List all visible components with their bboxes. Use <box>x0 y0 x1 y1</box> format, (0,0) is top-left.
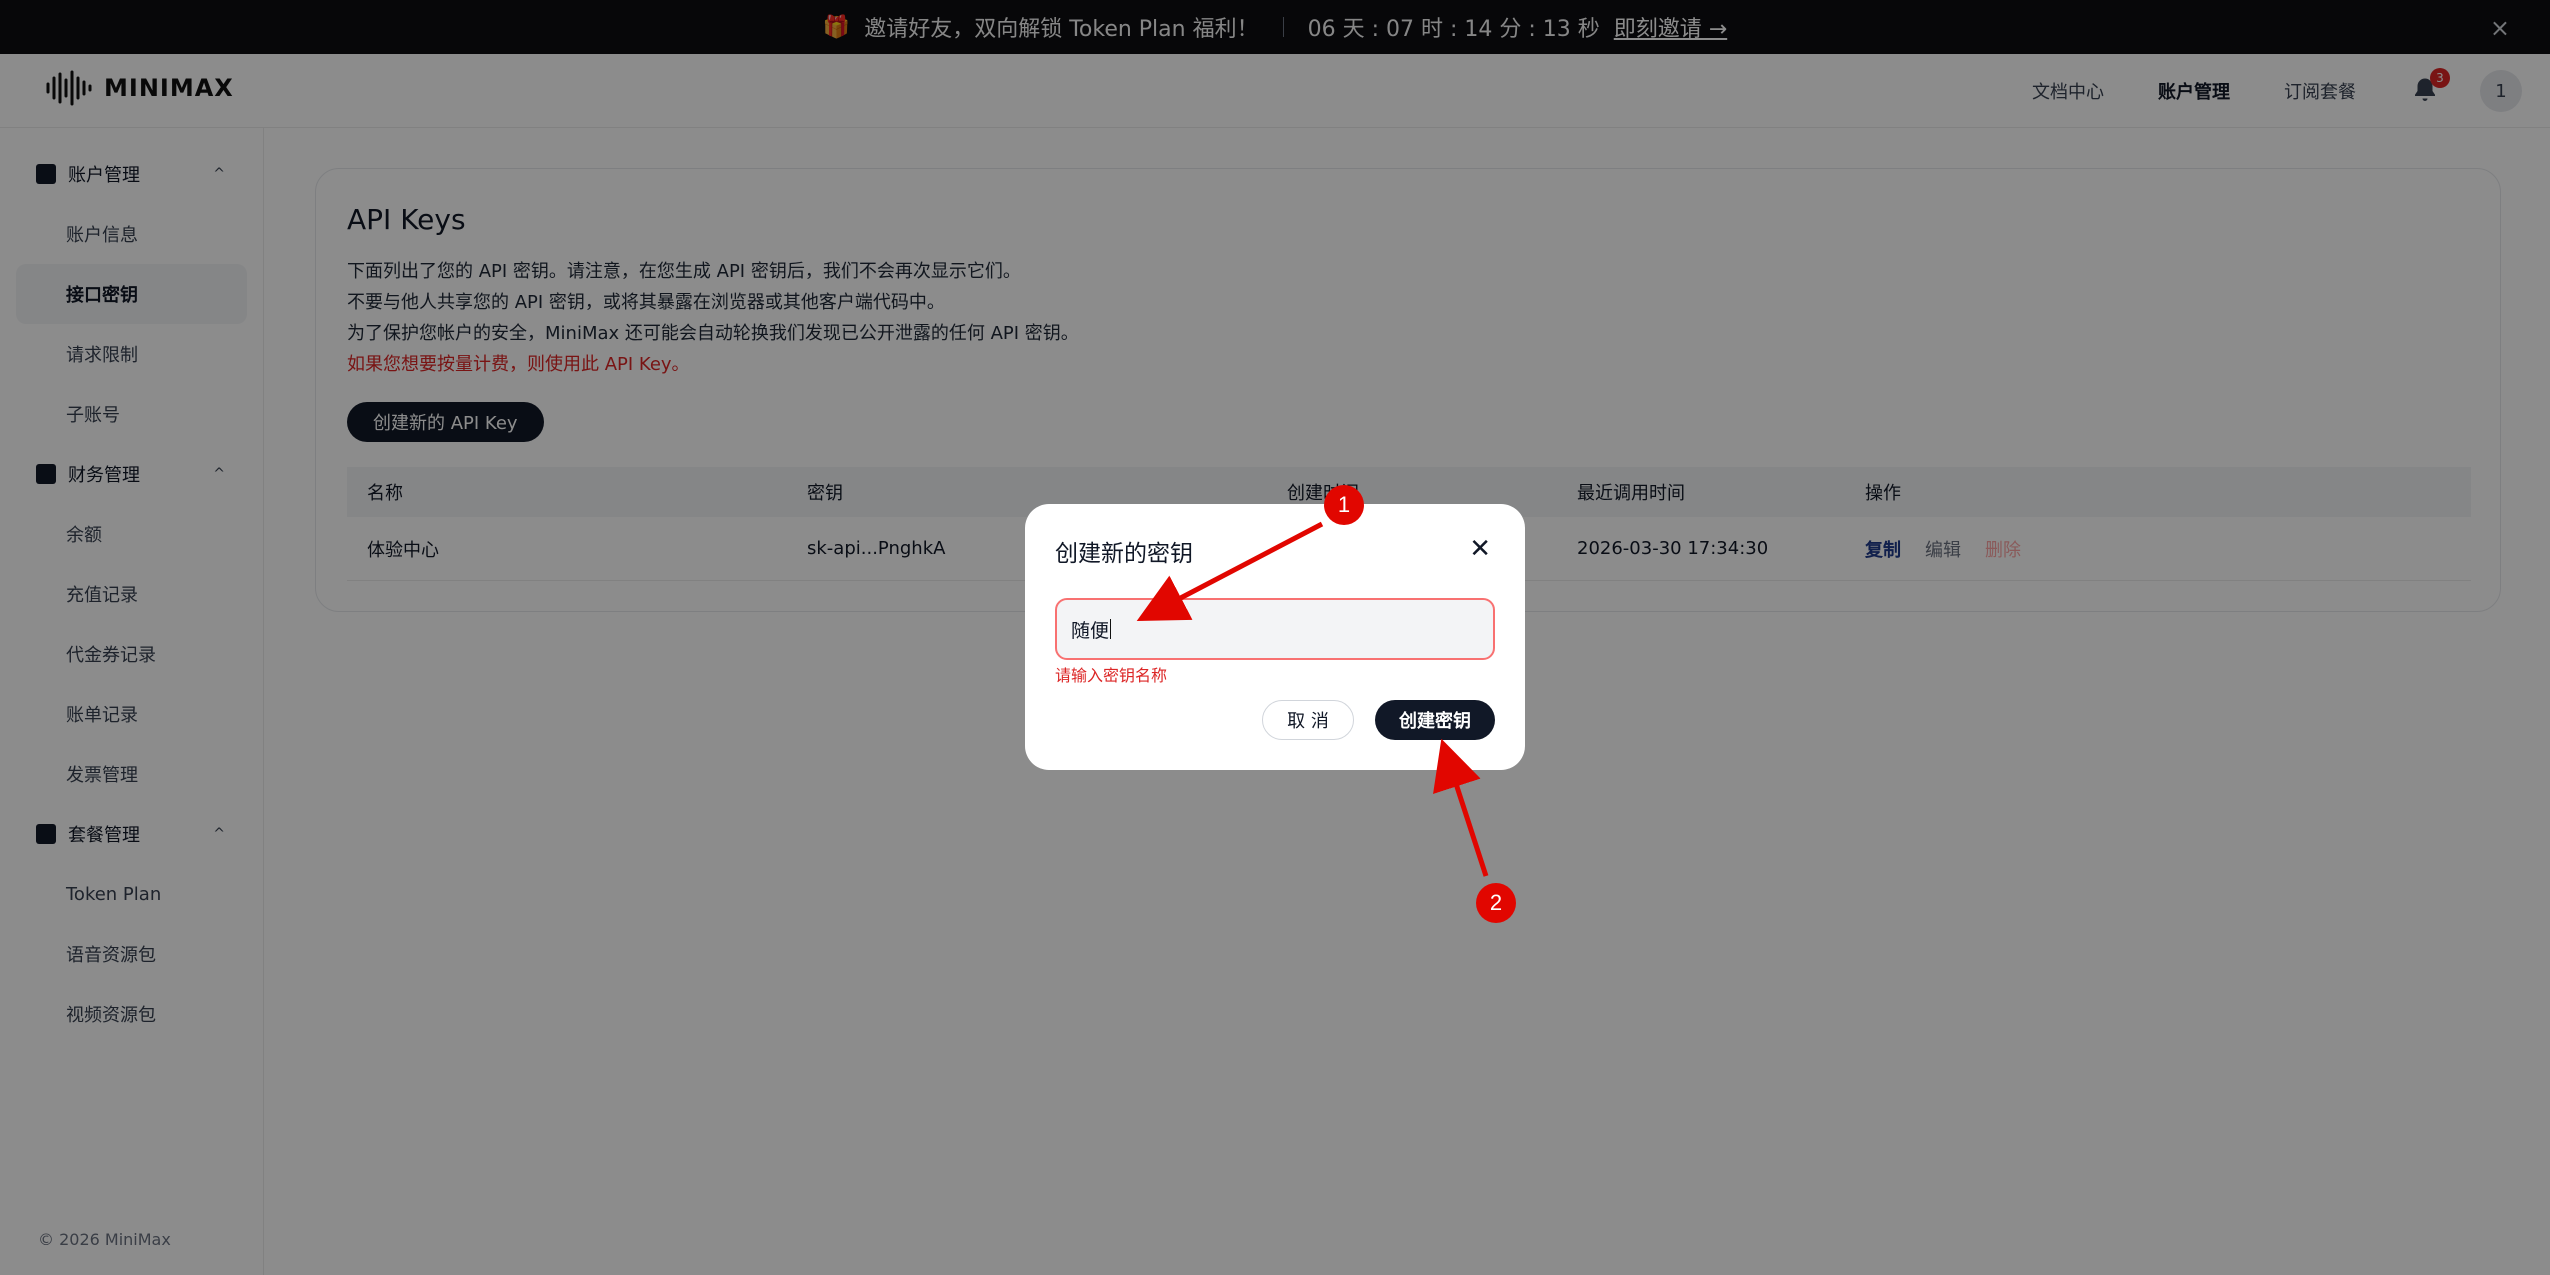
cancel-button[interactable]: 取 消 <box>1262 700 1354 740</box>
key-name-input[interactable]: 随便 <box>1055 598 1495 660</box>
key-name-input-value: 随便 <box>1071 619 1110 642</box>
annotation-marker-1: 1 <box>1324 485 1364 525</box>
create-key-button[interactable]: 创建密钥 <box>1375 700 1495 740</box>
create-key-dialog: 创建新的密钥 ✕ 随便 请输入密钥名称 取 消 创建密钥 <box>1025 504 1525 770</box>
annotation-marker-2: 2 <box>1476 883 1516 923</box>
input-error-message: 请输入密钥名称 <box>1055 666 1168 685</box>
close-icon[interactable]: ✕ <box>1469 534 1491 564</box>
text-caret <box>1110 619 1112 639</box>
dialog-title: 创建新的密钥 <box>1055 541 1193 567</box>
